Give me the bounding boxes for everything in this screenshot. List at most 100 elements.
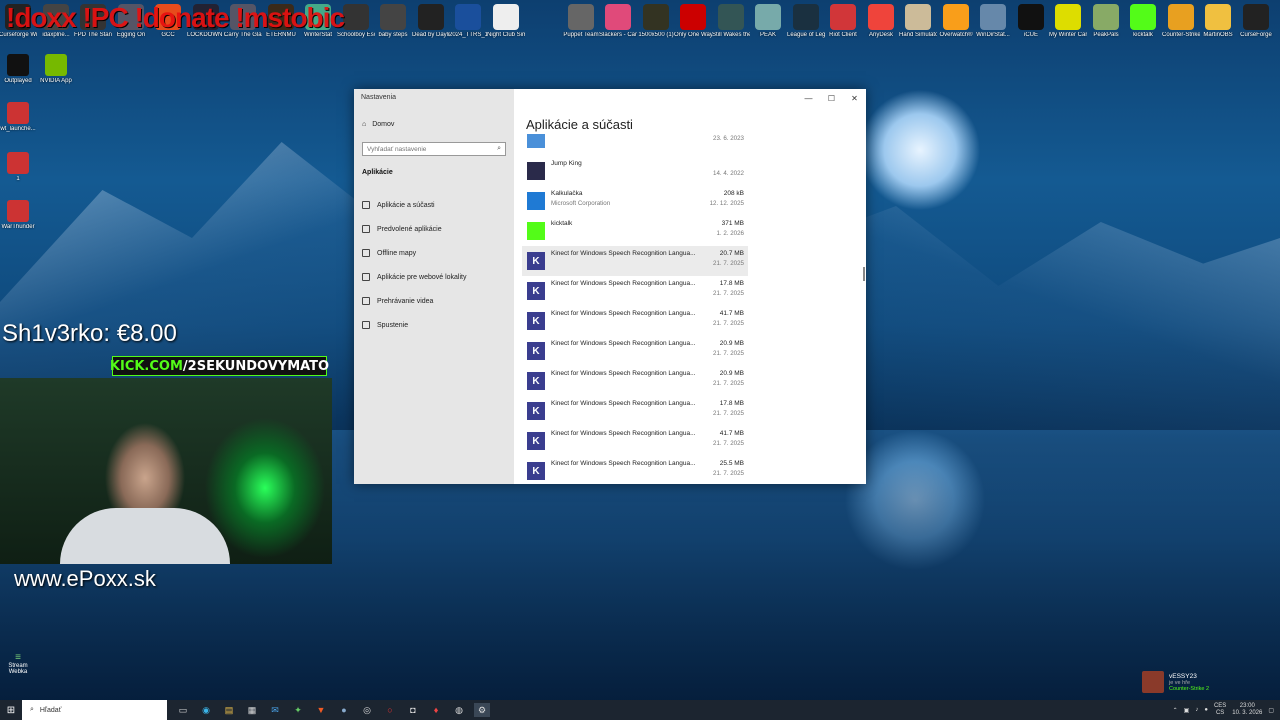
- nav-item[interactable]: Predvolené aplikácie: [362, 217, 467, 241]
- opera-icon[interactable]: ○: [382, 703, 398, 717]
- desktop-icon[interactable]: Slackers - Carts of...: [599, 4, 637, 39]
- copilot-icon[interactable]: ✦: [290, 703, 306, 717]
- nav-item[interactable]: Spustenie: [362, 313, 467, 337]
- desktop-icon[interactable]: 2024_TTRS_1: [449, 4, 487, 39]
- list-scrollbar[interactable]: [863, 267, 865, 281]
- search-icon: ⌕: [30, 706, 34, 713]
- volume-icon[interactable]: ♪: [1195, 707, 1198, 713]
- desktop-icon[interactable]: Still Wakes the Deep: [712, 4, 750, 39]
- app-name: Kinect for Windows Speech Recognition La…: [551, 460, 696, 467]
- desktop-icon[interactable]: PEAK: [749, 4, 787, 39]
- desktop-icon[interactable]: Dead by Daylight: [412, 4, 450, 39]
- desktop-icon[interactable]: baby steps: [374, 4, 412, 39]
- nav-home[interactable]: ⌂ Domov: [362, 121, 394, 128]
- minimize-button[interactable]: —: [797, 89, 820, 107]
- desktop-icon[interactable]: wt_launche...: [0, 102, 36, 133]
- settings-search[interactable]: ⌕: [362, 142, 506, 156]
- desktop-icon[interactable]: Hand Simulator: [899, 4, 937, 39]
- nav-item[interactable]: Aplikácie a súčasti: [362, 193, 467, 217]
- app-row[interactable]: K Kinect for Windows Speech Recognition L…: [522, 426, 748, 456]
- app-row[interactable]: K Kinect for Windows Speech Recognition L…: [522, 246, 748, 276]
- app-size: 208 kB: [723, 190, 744, 197]
- settings-search-input[interactable]: [367, 145, 487, 153]
- chevron-up-icon[interactable]: ⌃: [1173, 707, 1178, 714]
- nav-item-icon: [362, 201, 370, 209]
- desktop-icon-label: Only One Way Up: [674, 32, 712, 38]
- desktop-icon[interactable]: Night Club Simulator: [487, 4, 525, 39]
- system-tray: ⌃ ▣ ♪ ● CES CS 23:00 10. 3. 2026 ▢: [1173, 700, 1274, 720]
- nav-item[interactable]: Prehrávanie videa: [362, 289, 467, 313]
- app-icon: [755, 4, 781, 30]
- desktop-icon[interactable]: MartinOBS: [1199, 4, 1237, 39]
- maximize-button[interactable]: ☐: [820, 89, 843, 107]
- app-row[interactable]: K Kinect for Windows Speech Recognition L…: [522, 276, 748, 306]
- desktop-icon[interactable]: CurseForge: [1237, 4, 1275, 39]
- desktop-icon[interactable]: Only One Way Up: [674, 4, 712, 39]
- desktop-icon-label: 2024_TTRS_1: [449, 32, 487, 38]
- desktop-icon[interactable]: Riot Client: [824, 4, 862, 39]
- app-size: 17.8 MB: [719, 400, 744, 407]
- app-icon: [643, 4, 669, 30]
- start-button[interactable]: ⊞: [0, 700, 22, 720]
- browser-icon[interactable]: ●: [336, 703, 352, 717]
- desktop-icon[interactable]: PeakPals: [1087, 4, 1125, 39]
- nav-item[interactable]: Offline mapy: [362, 241, 467, 265]
- desktop-icon[interactable]: League of Legends: [787, 4, 825, 39]
- file-explorer-icon[interactable]: ▤: [221, 703, 237, 717]
- desktop-icon[interactable]: Outplayed: [0, 54, 36, 85]
- desktop-icon[interactable]: 1500x500 (1): [637, 4, 675, 39]
- desktop-icon[interactable]: My Winter Car: [1049, 4, 1087, 39]
- desktop-icon[interactable]: iCUE: [1012, 4, 1050, 39]
- app-row[interactable]: Jump King 14. 4. 2022: [522, 156, 748, 186]
- desktop-icon[interactable]: WarThunder: [0, 200, 36, 231]
- language-indicator[interactable]: CES CS: [1214, 703, 1226, 717]
- app-row[interactable]: K Kinect for Windows Speech Recognition L…: [522, 396, 748, 426]
- settings-icon[interactable]: ⚙: [474, 703, 490, 717]
- chrome-icon[interactable]: ◍: [451, 703, 467, 717]
- game-notification[interactable]: vESSY23 je ve hře Counter-Strike 2: [1142, 668, 1272, 696]
- desktop-icon[interactable]: kicktalk: [1124, 4, 1162, 39]
- nav-item-icon: [362, 273, 370, 281]
- notifications-icon[interactable]: ▢: [1268, 707, 1274, 714]
- kinect-icon: K: [527, 342, 545, 360]
- steam-icon[interactable]: ◎: [359, 703, 375, 717]
- app-row[interactable]: K Kinect for Windows Speech Recognition L…: [522, 306, 748, 336]
- desktop-icon[interactable]: 1: [0, 152, 36, 183]
- desktop-icon[interactable]: NVIDIA App: [38, 54, 74, 85]
- desktop-icon[interactable]: Counter-Strike 2: [1162, 4, 1200, 39]
- task-view-icon[interactable]: ▭: [175, 703, 191, 717]
- app-row[interactable]: K Kinect for Windows Speech Recognition L…: [522, 456, 748, 484]
- app-icon: [718, 4, 744, 30]
- stream-webka-shortcut[interactable]: ≡ Stream Webka: [6, 652, 30, 675]
- taskbar-search[interactable]: ⌕ Hľadať: [22, 700, 167, 720]
- mic-icon[interactable]: ●: [1204, 707, 1208, 713]
- desktop-icon-label: PEAK: [759, 32, 776, 38]
- desktop-icon-label: Outplayed: [4, 78, 32, 84]
- clock[interactable]: 23:00 10. 3. 2026: [1232, 703, 1262, 717]
- app-icon: [7, 54, 29, 76]
- app-icon: [905, 4, 931, 30]
- desktop-icon[interactable]: AnyDesk: [862, 4, 900, 39]
- app-row[interactable]: 23. 6. 2023: [522, 134, 748, 156]
- apps-list: 23. 6. 2023 Jump King 14. 4. 2022 Kalkulačk…: [522, 134, 748, 484]
- stream-icon: ≡: [15, 652, 21, 663]
- app-row[interactable]: Kalkulačka Microsoft Corporation 208 kB 12.…: [522, 186, 748, 216]
- riot-icon[interactable]: ♦: [428, 703, 444, 717]
- desktop-icon[interactable]: WinDirStat...: [974, 4, 1012, 39]
- desktop-icon[interactable]: Overwatch®: [937, 4, 975, 39]
- mail-icon[interactable]: ✉: [267, 703, 283, 717]
- app-row[interactable]: K Kinect for Windows Speech Recognition L…: [522, 336, 748, 366]
- app-icon: [868, 4, 894, 30]
- nav-item[interactable]: Aplikácie pre webové lokality: [362, 265, 467, 289]
- close-button[interactable]: ✕: [843, 89, 866, 107]
- network-icon[interactable]: ▣: [1184, 707, 1190, 714]
- edge-icon[interactable]: ◉: [198, 703, 214, 717]
- app-row[interactable]: K Kinect for Windows Speech Recognition L…: [522, 366, 748, 396]
- desktop-icon[interactable]: Puppet Team: [562, 4, 600, 39]
- app-row[interactable]: kicktalk 371 MB 1. 2. 2026: [522, 216, 748, 246]
- obs-icon[interactable]: ◘: [405, 703, 421, 717]
- desktop-icon-label: wt_launche...: [0, 126, 36, 132]
- kinect-icon: K: [527, 252, 545, 270]
- brave-icon[interactable]: ▼: [313, 703, 329, 717]
- store-icon[interactable]: ▦: [244, 703, 260, 717]
